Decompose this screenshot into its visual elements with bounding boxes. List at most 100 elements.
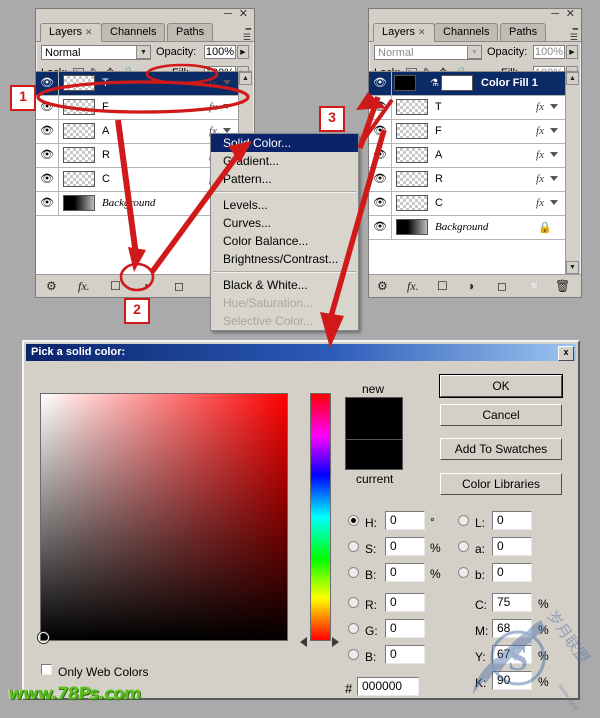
tab-channels[interactable]: Channels: [434, 23, 499, 41]
dialog-close-button[interactable]: x: [558, 346, 574, 361]
menu-item-selective-color[interactable]: Selective Color...: [211, 312, 358, 330]
red-input[interactable]: 0: [385, 593, 425, 612]
eye-icon[interactable]: 👁: [372, 221, 388, 234]
menu-item-black-and-white[interactable]: Black & White...: [211, 276, 358, 294]
new-layer-icon[interactable]: ◽: [527, 279, 542, 293]
blue-input[interactable]: 0: [385, 645, 425, 664]
tab-paths[interactable]: Paths: [167, 23, 214, 41]
close-icon[interactable]: ✕: [566, 9, 575, 20]
layer-row-a[interactable]: 👁 A fx: [36, 120, 239, 144]
minimize-icon[interactable]: ─: [224, 9, 232, 20]
brightness-input[interactable]: 0: [385, 563, 425, 582]
fx-icon[interactable]: fx: [209, 77, 217, 89]
panel-menu-icon[interactable]: ━ ☰: [243, 25, 251, 42]
chevron-down-icon[interactable]: [223, 80, 231, 85]
layer-row-t[interactable]: 👁 T fx: [36, 72, 239, 96]
radio-blue[interactable]: [348, 649, 359, 660]
menu-item-gradient[interactable]: Gradient...: [211, 152, 358, 170]
color-libraries-button[interactable]: Color Libraries: [440, 473, 562, 495]
layer-row-background[interactable]: 👁 Background 🔒: [369, 216, 566, 240]
layer-thumbnail[interactable]: [396, 171, 428, 187]
layer-mask-thumbnail[interactable]: [441, 75, 473, 91]
eye-icon[interactable]: 👁: [39, 149, 55, 162]
layer-thumbnail[interactable]: [63, 123, 95, 139]
hue-slider-arrow-left[interactable]: [300, 637, 307, 647]
mask-link-icon[interactable]: ⚗: [430, 78, 439, 90]
menu-item-hue-saturation[interactable]: Hue/Saturation...: [211, 294, 358, 312]
chevron-down-icon[interactable]: [550, 200, 558, 205]
minimize-icon[interactable]: ─: [551, 9, 559, 20]
chevron-down-icon[interactable]: ▼: [136, 46, 150, 59]
lab-a-input[interactable]: 0: [492, 537, 532, 556]
blend-mode-select[interactable]: Normal ▼: [374, 45, 482, 60]
add-to-swatches-button[interactable]: Add To Swatches: [440, 438, 562, 460]
radio-hue[interactable]: [348, 515, 359, 526]
menu-item-brightness-contrast[interactable]: Brightness/Contrast...: [211, 250, 358, 268]
layer-thumbnail[interactable]: [63, 195, 95, 211]
tab-close-icon[interactable]: ✕: [85, 27, 93, 37]
panel-menu-icon[interactable]: ━ ☰: [570, 25, 578, 42]
radio-saturation[interactable]: [348, 541, 359, 552]
eye-icon[interactable]: 👁: [39, 101, 55, 114]
chevron-down-icon[interactable]: [223, 104, 231, 109]
radio-brightness[interactable]: [348, 567, 359, 578]
new-group-icon[interactable]: ◻: [174, 279, 184, 293]
radio-lightness[interactable]: [458, 515, 469, 526]
eye-icon[interactable]: 👁: [372, 101, 388, 114]
radio-lab-b[interactable]: [458, 567, 469, 578]
scroll-down-icon[interactable]: ▼: [566, 261, 579, 274]
hue-slider-arrow-right[interactable]: [332, 637, 339, 647]
chevron-down-icon[interactable]: [550, 176, 558, 181]
layer-thumbnail[interactable]: [396, 147, 428, 163]
layer-row-f[interactable]: 👁 F fx: [36, 96, 239, 120]
layer-thumbnail[interactable]: [396, 123, 428, 139]
right-layer-list[interactable]: 👁 ⚗ Color Fill 1 👁 T fx 👁 F fx 👁 A fx 👁 …: [369, 71, 579, 274]
chevron-down-icon[interactable]: [550, 104, 558, 109]
tab-close-icon[interactable]: ✕: [418, 27, 426, 37]
hue-input[interactable]: 0: [385, 511, 425, 530]
link-icon[interactable]: ⚙: [377, 279, 388, 293]
eye-icon[interactable]: 👁: [372, 125, 388, 138]
chevron-down-icon[interactable]: [550, 128, 558, 133]
hue-slider[interactable]: [310, 393, 331, 641]
layer-row-color-fill-1[interactable]: 👁 ⚗ Color Fill 1: [369, 72, 566, 96]
radio-red[interactable]: [348, 597, 359, 608]
fx-icon[interactable]: fx.: [407, 279, 419, 293]
eye-icon[interactable]: 👁: [39, 125, 55, 138]
fx-icon[interactable]: fx: [536, 101, 544, 113]
adjustment-layer-icon[interactable]: ◑: [142, 279, 149, 293]
tab-paths[interactable]: Paths: [500, 23, 547, 41]
layer-thumbnail[interactable]: [396, 219, 428, 235]
tab-channels[interactable]: Channels: [101, 23, 166, 41]
new-group-icon[interactable]: ◻: [497, 279, 507, 293]
layer-row-f[interactable]: 👁 F fx: [369, 120, 566, 144]
lab-b-input[interactable]: 0: [492, 563, 532, 582]
close-icon[interactable]: ✕: [239, 9, 248, 20]
lab-l-input[interactable]: 0: [492, 511, 532, 530]
scroll-up-icon[interactable]: ▲: [239, 72, 252, 85]
saturation-input[interactable]: 0: [385, 537, 425, 556]
layer-thumbnail[interactable]: [63, 99, 95, 115]
radio-lab-a[interactable]: [458, 541, 469, 552]
color-picker-ring[interactable]: [38, 632, 49, 643]
tab-layers[interactable]: Layers ✕: [373, 23, 435, 42]
eye-icon[interactable]: 👁: [39, 77, 55, 90]
eye-icon[interactable]: 👁: [39, 197, 55, 210]
layer-row-r[interactable]: 👁 R fx: [36, 144, 239, 168]
right-layers-panel[interactable]: ─ ✕ Layers ✕ Channels Paths ━ ☰ Normal ▼ O…: [368, 8, 582, 298]
adjustment-layer-context-menu[interactable]: Solid Color... Gradient... Pattern... Le…: [210, 133, 359, 331]
opacity-stepper[interactable]: ▶: [237, 45, 249, 59]
menu-item-levels[interactable]: Levels...: [211, 196, 358, 214]
fx-icon[interactable]: fx: [536, 197, 544, 209]
scroll-up-icon[interactable]: ▲: [566, 72, 579, 85]
layer-row-r[interactable]: 👁 R fx: [369, 168, 566, 192]
menu-item-solid-color[interactable]: Solid Color...: [211, 134, 358, 152]
fx-icon[interactable]: fx: [536, 149, 544, 161]
layer-thumbnail[interactable]: [63, 171, 95, 187]
menu-item-pattern[interactable]: Pattern...: [211, 170, 358, 188]
layer-mask-icon[interactable]: ☐: [437, 279, 448, 293]
hex-input[interactable]: 000000: [357, 677, 419, 696]
fx-icon[interactable]: fx: [209, 101, 217, 113]
layer-thumbnail[interactable]: [63, 75, 95, 91]
link-icon[interactable]: ⚙: [46, 279, 57, 293]
